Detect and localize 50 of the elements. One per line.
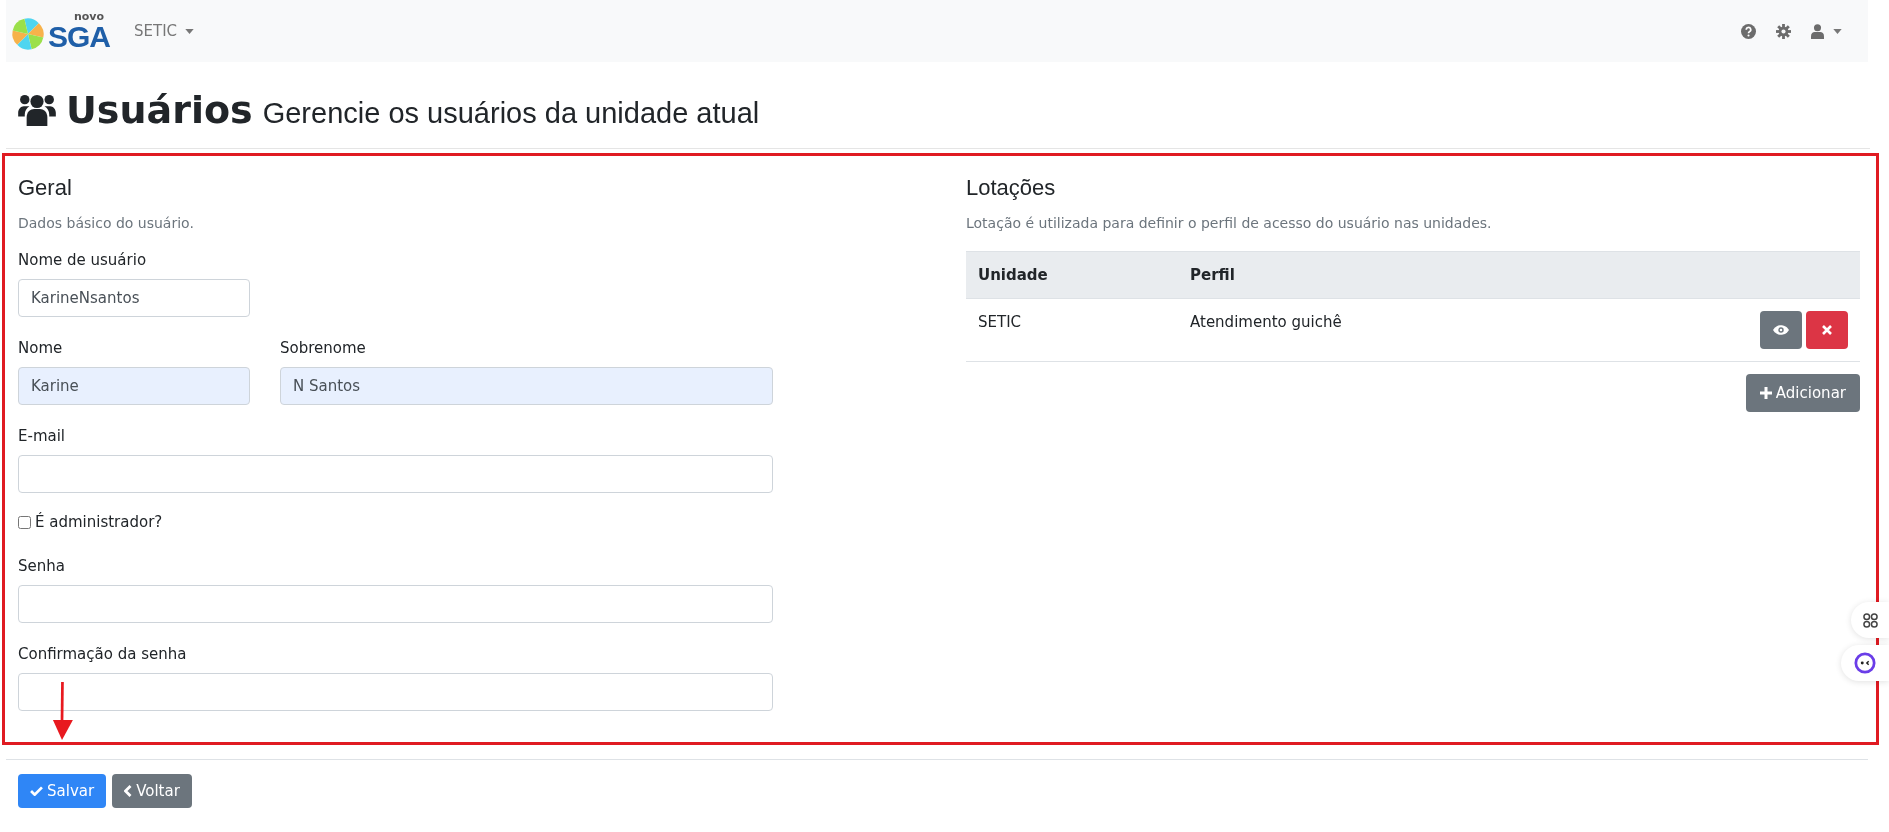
grid-icon: [1862, 612, 1878, 628]
caret-icon: [185, 28, 195, 34]
logo-text-small: novo: [73, 10, 104, 22]
settings-icon[interactable]: [1776, 23, 1791, 39]
delete-button[interactable]: [1806, 311, 1848, 349]
field-label: E-mail: [18, 427, 67, 445]
input-field[interactable]: N Santos: [280, 367, 773, 405]
input-field[interactable]: [18, 585, 773, 623]
section-description: Lotação é utilizada para definir o perfil de acesso do usuário nas unidades.: [966, 215, 1493, 231]
checkbox-label: É administrador?: [35, 513, 163, 531]
caret-icon: [1833, 28, 1842, 34]
close-icon: [1822, 325, 1832, 335]
section-description: Dados básico do usuário.: [18, 215, 195, 231]
table-cell: Atendimento guichê: [1178, 298, 1589, 362]
column-header: Unidade: [966, 251, 1178, 299]
input-field[interactable]: [18, 455, 773, 493]
page-subtitle: Gerencie os usuários da unidade atual: [262, 97, 760, 130]
pinwheel-logo-icon: [10, 15, 46, 52]
checkmark-icon: [30, 786, 43, 796]
input-field[interactable]: KarineNsantos: [18, 279, 250, 317]
field-label: Confirmação da senha: [18, 645, 188, 663]
page-title: Usuários: [66, 88, 253, 132]
chevron-left-icon: [124, 785, 133, 797]
eye-icon: [1773, 325, 1789, 335]
save-button[interactable]: Salvar: [18, 774, 107, 808]
side-widget[interactable]: [1851, 602, 1889, 638]
logo-text: SGA: [48, 21, 110, 52]
annotation-arrow: [50, 682, 74, 740]
table-cell: SETIC: [966, 298, 1178, 362]
field-label: Sobrenome: [280, 339, 367, 357]
section-heading: Geral: [18, 175, 73, 201]
input-field[interactable]: [18, 673, 773, 711]
view-button[interactable]: [1760, 311, 1802, 349]
user-icon: [1811, 23, 1824, 39]
unit-dropdown[interactable]: SETIC: [134, 22, 195, 40]
side-widget[interactable]: [1841, 645, 1889, 681]
help-icon[interactable]: [1741, 23, 1756, 39]
section-heading: Lotações: [966, 175, 1057, 201]
users-icon: [18, 94, 56, 126]
column-header: Perfil: [1178, 251, 1589, 299]
plus-icon: [1759, 387, 1772, 399]
back-button[interactable]: Voltar: [112, 774, 192, 808]
add-button[interactable]: Adicionar: [1745, 374, 1860, 412]
input-field[interactable]: Karine: [18, 367, 250, 405]
assistant-face-icon: [1854, 652, 1876, 674]
field-label: Senha: [18, 557, 66, 575]
checkbox[interactable]: [18, 515, 31, 529]
user-menu[interactable]: [1811, 23, 1842, 39]
field-label: Nome de usuário: [18, 251, 148, 269]
field-label: Nome: [18, 339, 64, 357]
